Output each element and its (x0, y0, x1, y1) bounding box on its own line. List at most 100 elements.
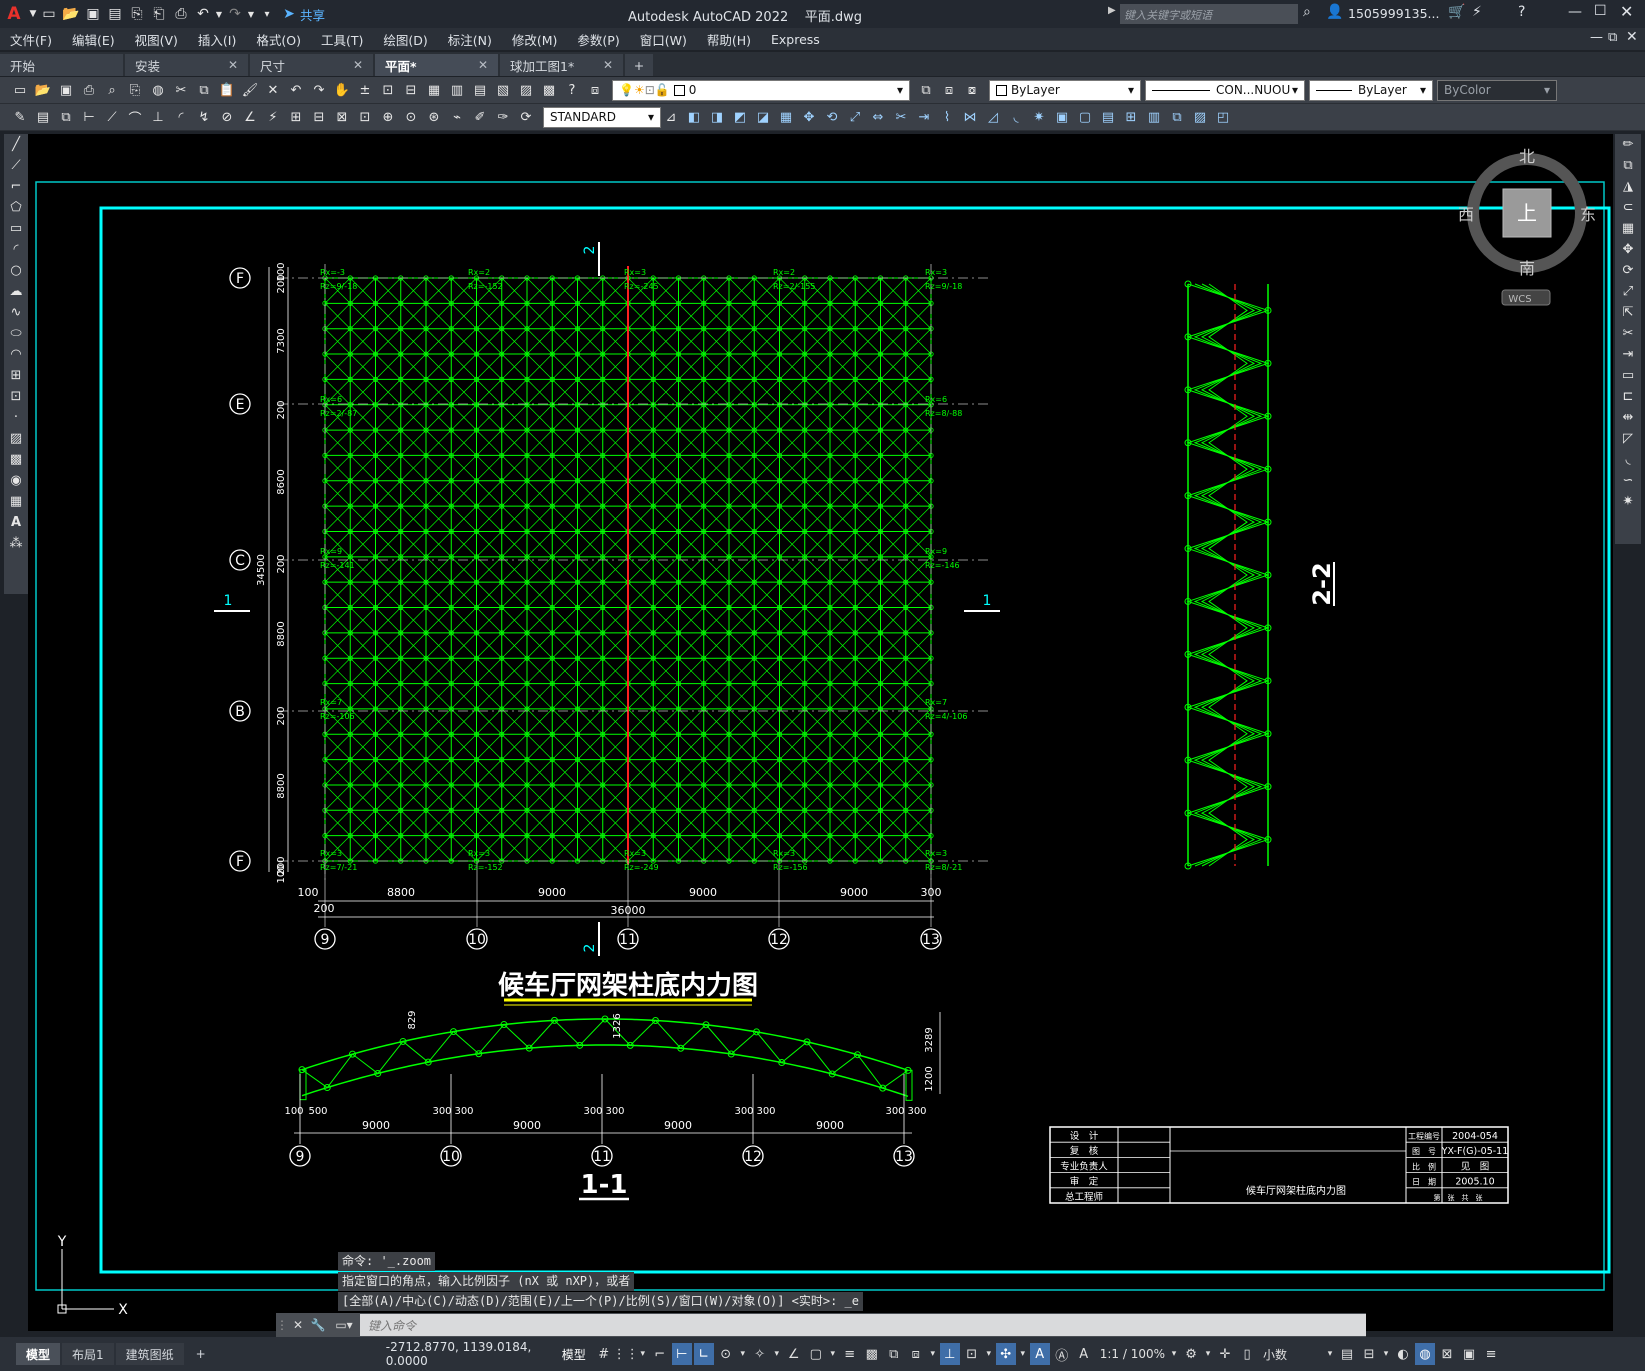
customize-icon[interactable]: ▾ (256, 3, 278, 25)
undo-icon[interactable]: ↶ (192, 3, 214, 25)
explode-icon[interactable]: ✷ (1615, 491, 1641, 512)
graphics-performance-icon[interactable]: ◍ (1415, 1343, 1436, 1365)
ortho-icon[interactable]: ∟ (693, 1343, 714, 1365)
extend-icon[interactable]: ⇥ (1615, 344, 1641, 365)
hatch-icon[interactable]: ▨ (4, 428, 28, 449)
lock-ui-icon[interactable]: ⊟ (1359, 1343, 1379, 1365)
recent-commands-icon[interactable]: ▭▾ (328, 1318, 360, 1332)
user-name[interactable]: 1505999135... (1348, 6, 1439, 21)
redo-icon[interactable]: ↷ (224, 3, 246, 25)
units-value[interactable]: 小数 (1263, 1346, 1321, 1363)
help-icon[interactable]: ? (1518, 4, 1525, 20)
cloud-save-icon[interactable]: ⎗ (148, 3, 170, 25)
coordinate-readout[interactable]: -2712.8770, 1139.0184, 0.0000 (386, 1340, 556, 1368)
annotation-scale-value[interactable]: 1:1 / 100% (1100, 1347, 1165, 1361)
menu-edit[interactable]: 编辑(E) (72, 30, 115, 49)
dim-space-icon[interactable]: ⊠ (332, 107, 352, 127)
chevron-down-icon[interactable]: ▾ (638, 1343, 648, 1365)
help-icon[interactable]: ? (562, 80, 582, 100)
undo-icon[interactable]: ↶ (286, 80, 306, 100)
autodesk-a360-icon[interactable]: ⚡ (1472, 4, 1482, 20)
extend-icon[interactable]: ⇥ (914, 107, 934, 127)
dim-update-icon[interactable]: ⟳ (516, 107, 536, 127)
selection-cycling-icon[interactable]: ⧉ (884, 1343, 904, 1365)
new-icon[interactable]: ▭ (10, 80, 30, 100)
explode-icon[interactable]: ✷ (1029, 107, 1049, 127)
chevron-down-icon[interactable]: ▾ (828, 1343, 838, 1365)
add-layout-button[interactable]: + (186, 1343, 216, 1365)
command-input[interactable]: 键入命令 (360, 1314, 1366, 1336)
lineweight-dropdown[interactable]: ByLayer ▾ (1309, 79, 1433, 101)
make-current-layer-icon[interactable]: ⧉ (916, 80, 936, 100)
model-space-toggle[interactable]: 模型 (562, 1346, 586, 1363)
polygon-icon[interactable]: ⬠ (4, 197, 28, 218)
menu-view[interactable]: 视图(V) (135, 30, 178, 49)
move-icon[interactable]: ✥ (1615, 239, 1641, 260)
trim-icon[interactable]: ✂ (891, 107, 911, 127)
scale-icon[interactable]: ⤢ (845, 107, 865, 127)
erase-icon[interactable]: ✏ (1615, 134, 1641, 155)
inspect-icon[interactable]: ⊛ (424, 107, 444, 127)
xref-icon[interactable]: ⧉ (1167, 107, 1187, 127)
chamfer-icon[interactable]: ◸ (1615, 428, 1641, 449)
angular-dim-icon[interactable]: ∠ (240, 107, 260, 127)
minimize-icon[interactable]: — (1568, 4, 1582, 20)
gradient-icon[interactable]: ▩ (4, 449, 28, 470)
menu-insert[interactable]: 插入(I) (198, 30, 236, 49)
selection-filter-icon[interactable]: ⊡ (962, 1343, 982, 1365)
ellipse-arc-icon[interactable]: ◠ (4, 344, 28, 365)
new-file-icon[interactable]: ▭ (38, 3, 60, 25)
move-icon[interactable]: ✥ (799, 107, 819, 127)
doc-minimize-icon[interactable]: — (1590, 30, 1603, 45)
zoom-realtime-icon[interactable]: ± (355, 80, 375, 100)
plotstyle-dropdown[interactable]: ByColor ▾ (1437, 79, 1557, 101)
array-icon[interactable]: ▦ (776, 107, 796, 127)
tab-start[interactable]: 开始 (0, 54, 123, 76)
menu-tools[interactable]: 工具(T) (321, 30, 363, 49)
arc-length-icon[interactable]: ⌒ (125, 107, 145, 127)
menu-express[interactable]: Express (771, 32, 820, 47)
paste-icon[interactable]: 📋 (217, 80, 237, 100)
menu-window[interactable]: 窗口(W) (640, 30, 687, 49)
zoom-previous-icon[interactable]: ⊟ (401, 80, 421, 100)
chevron-down-icon[interactable]: ▾ (928, 1343, 938, 1365)
break-at-point-icon[interactable]: ▭ (1615, 365, 1641, 386)
chevron-down-icon[interactable]: ▾ (1018, 1343, 1028, 1365)
layer-iso-icon[interactable]: ⧉ (56, 107, 76, 127)
tab-chicun[interactable]: 尺寸 ✕ (250, 54, 373, 76)
tab-jianzhu-tuzhi[interactable]: 建筑图纸 (115, 1343, 184, 1365)
quick-dim-icon[interactable]: ⚡ (263, 107, 283, 127)
infer-constraints-icon[interactable]: ⌐ (650, 1343, 670, 1365)
polar-icon[interactable]: ⊙ (716, 1343, 736, 1365)
grid-icon[interactable]: # (594, 1343, 614, 1365)
properties-icon[interactable]: ▦ (424, 80, 444, 100)
dim-style-icon[interactable]: ⊿ (661, 107, 681, 127)
region-icon[interactable]: ◉ (4, 470, 28, 491)
chevron-down-icon[interactable]: ▼ (246, 3, 256, 25)
fillet-icon[interactable]: ◟ (1615, 449, 1641, 470)
layer-previous-icon[interactable]: ⧈ (939, 80, 959, 100)
drawing-canvas[interactable]: F E C B F 9 10 11 12 13 100 200 7300 200 8600 200 8800 20… (28, 134, 1613, 1331)
chevron-right-icon[interactable]: ▶ (1108, 5, 1116, 16)
diameter-dim-icon[interactable]: ⊘ (217, 107, 237, 127)
dynamic-input-icon[interactable]: ⊢ (671, 1343, 692, 1365)
chevron-down-icon[interactable]: ▾ (1203, 1343, 1213, 1365)
stretch-icon[interactable]: ⇔ (868, 107, 888, 127)
redo-icon[interactable]: ↷ (309, 80, 329, 100)
join-icon[interactable]: ⇹ (1615, 407, 1641, 428)
arc-icon[interactable]: ◜ (4, 239, 28, 260)
transparency-icon[interactable]: ▩ (862, 1343, 882, 1365)
scale-icon[interactable]: ⤢ (1615, 281, 1641, 302)
gizmo-icon[interactable]: ✣ (995, 1343, 1016, 1365)
save-as-icon[interactable]: ▤ (104, 3, 126, 25)
tab-pingmian[interactable]: 平面* ✕ (375, 54, 498, 76)
color-dropdown[interactable]: ByLayer ▾ (989, 79, 1141, 101)
calculator-icon[interactable]: ▩ (539, 80, 559, 100)
linetype-dropdown[interactable]: CON...NUOU ▾ (1145, 79, 1305, 101)
print-preview-icon[interactable]: ⌕ (102, 80, 122, 100)
grip-icon[interactable]: ⋮ (276, 1318, 288, 1332)
clip-icon[interactable]: ◰ (1213, 107, 1233, 127)
layer-dropdown[interactable]: 💡 ☀ ⊡ 🔓 0 ▾ (612, 79, 910, 101)
close-icon[interactable]: ✕ (288, 1318, 308, 1332)
layer-properties-icon[interactable]: ⧈ (585, 80, 605, 100)
